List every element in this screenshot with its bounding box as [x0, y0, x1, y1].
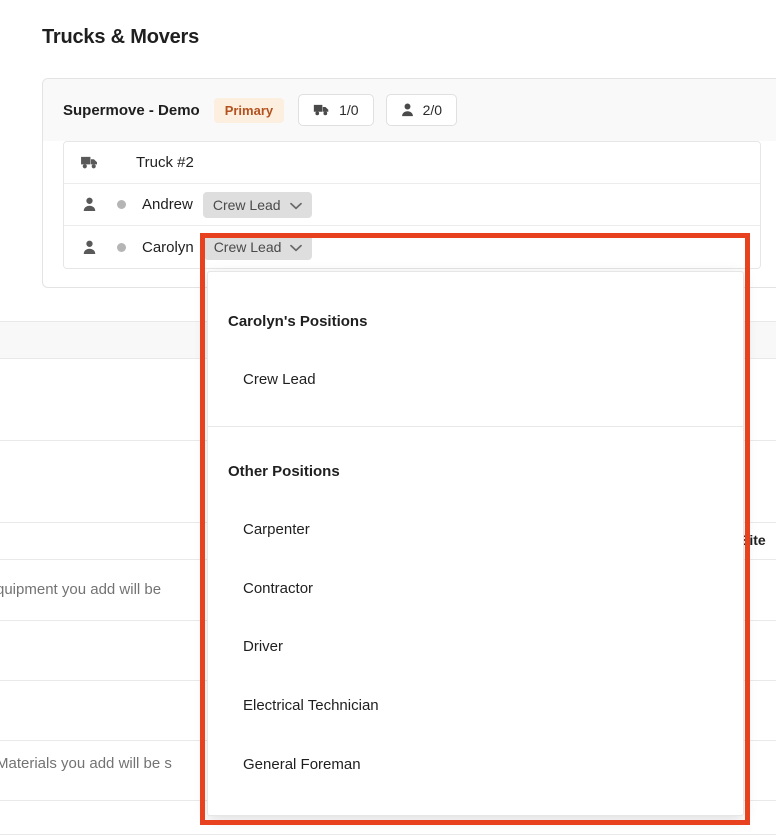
- position-value: Crew Lead: [213, 239, 282, 255]
- person-icon: [78, 240, 100, 255]
- background-equipment-note: quipment you add will be: [0, 581, 162, 598]
- dropdown-option-general-foreman[interactable]: General Foreman: [243, 756, 361, 773]
- dropdown-group-title-carolyns-positions: Carolyn's Positions: [228, 313, 368, 330]
- mover-name: Andrew: [142, 196, 193, 213]
- table-row[interactable]: Carolyn Crew Lead: [64, 226, 760, 268]
- truck-name: Truck #2: [136, 154, 194, 171]
- page-title: Trucks & Movers: [42, 26, 200, 48]
- dropdown-option-driver[interactable]: Driver: [243, 638, 283, 655]
- chevron-down-icon: [290, 239, 303, 255]
- dropdown-option-carpenter[interactable]: Carpenter: [243, 521, 310, 538]
- truck-icon: [78, 155, 100, 170]
- table-row[interactable]: Truck #2: [64, 142, 760, 184]
- status-dot: [117, 242, 126, 252]
- chevron-down-icon: [289, 197, 302, 213]
- mover-count-value: 2/0: [422, 102, 443, 118]
- truck-count-value: 1/0: [339, 102, 359, 118]
- truck-icon: [313, 103, 330, 117]
- background-materials-note: Materials you add will be s: [0, 755, 172, 772]
- crew-card-header: Supermove - Demo Primary 1/0 2/0: [43, 79, 776, 141]
- mover-count-chip[interactable]: 2/0: [385, 94, 458, 126]
- person-icon: [401, 103, 414, 117]
- dropdown-divider: [208, 426, 743, 427]
- dropdown-option-electrical-technician[interactable]: Electrical Technician: [243, 697, 379, 714]
- dropdown-option-crew-lead[interactable]: Crew Lead: [243, 371, 316, 388]
- organization-name: Supermove - Demo: [63, 101, 200, 119]
- background-divider: [0, 834, 776, 835]
- crew-card: Supermove - Demo Primary 1/0 2/0 Truck #…: [42, 78, 776, 288]
- position-value: Crew Lead: [212, 196, 281, 213]
- mover-name: Carolyn: [142, 238, 194, 256]
- dropdown-option-contractor[interactable]: Contractor: [243, 580, 313, 597]
- table-row[interactable]: Andrew Crew Lead: [64, 184, 760, 226]
- status-dot: [117, 200, 126, 209]
- primary-badge: Primary: [213, 97, 285, 123]
- dropdown-group-title-other-positions: Other Positions: [228, 463, 340, 480]
- crew-rows-table: Truck #2 Andrew Crew Lead Carolyn Crew L…: [63, 141, 761, 269]
- person-icon: [78, 197, 100, 212]
- position-dropdown-menu[interactable]: Carolyn's Positions Crew Lead Other Posi…: [207, 271, 744, 816]
- position-dropdown-carolyn[interactable]: Crew Lead: [203, 234, 313, 260]
- position-dropdown-andrew[interactable]: Crew Lead: [202, 191, 312, 218]
- truck-count-chip[interactable]: 1/0: [298, 94, 374, 126]
